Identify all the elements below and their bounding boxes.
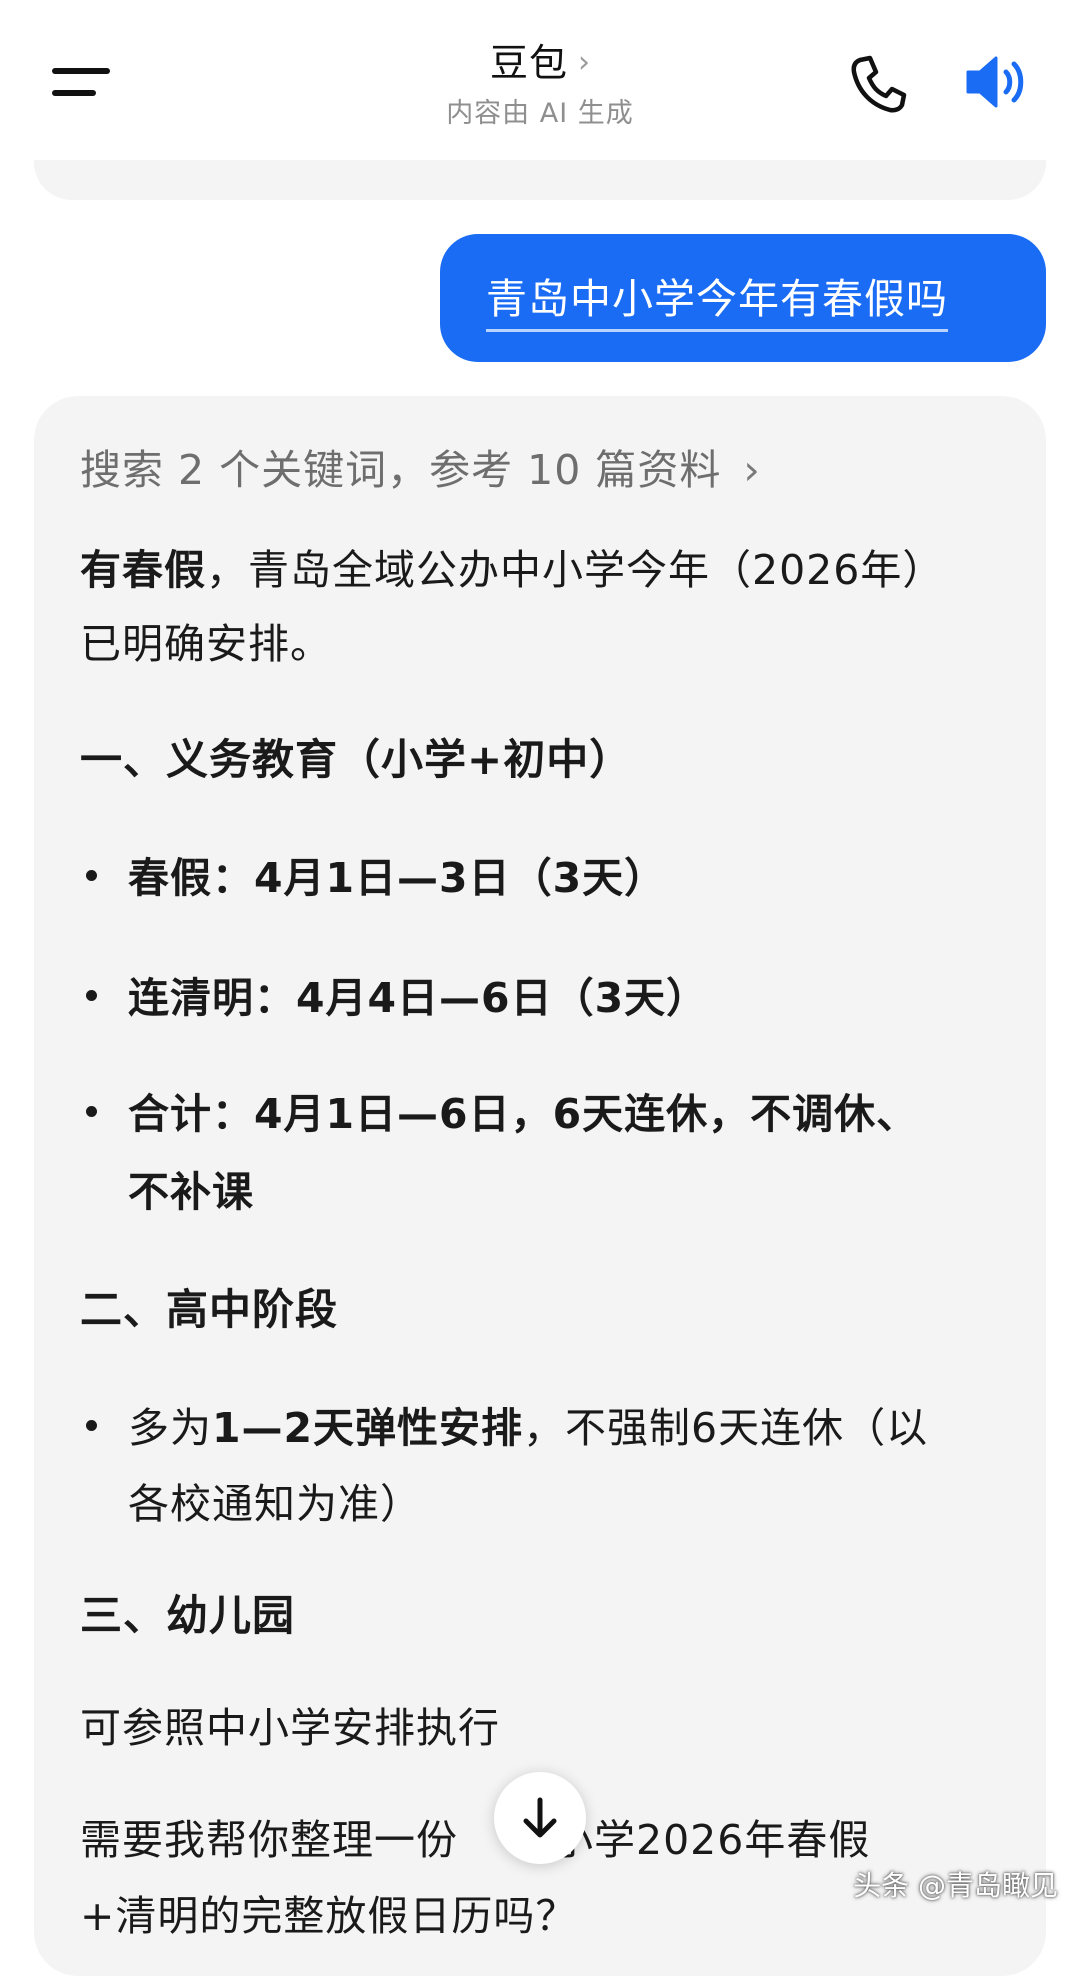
bullet-qingming: 连清明：4月4日—6日（3天） [128,974,709,1022]
bullet-high-school: 多为1—2天弹性安排，不强制6天连休（以 [128,1394,928,1454]
bullet-dot [86,870,97,881]
bullet-dot [86,990,97,1001]
phone-icon[interactable] [846,52,910,116]
closing-text-a: 需要我帮你整理一份 [80,1816,458,1864]
bullet-dot [86,1420,97,1431]
bullet-total-line2: 不补课 [128,1168,254,1216]
bullet-high-school-line2: 各校通知为准） [128,1480,422,1528]
search-references[interactable]: 搜索 2 个关键词，参考 10 篇资料 › [80,436,761,496]
title-block[interactable]: 豆包 › 内容由 AI 生成 [0,32,1080,130]
closing-question: 需要我帮你整理一份 中小学2026年春假 [80,1806,870,1866]
hs-text-post: ，不强制6天连休（以 [523,1404,929,1452]
hs-text-bold: 1—2天弹性安排 [212,1404,524,1452]
bullet-total: 合计：4月1日—6日，6天连休，不调休、 [128,1090,919,1138]
bullet-spring-break: 春假：4月1日—3日（3天） [128,854,667,902]
answer-intro: 有春假，青岛全域公办中小学今年（2026年） [80,536,944,596]
arrow-down-icon [523,1797,557,1838]
speaker-icon[interactable] [962,50,1034,114]
title-chevron-icon[interactable]: › [578,45,590,80]
section-heading-kindergarten: 三、幼儿园 [80,1591,296,1640]
app-title[interactable]: 豆包 [490,41,568,85]
bullet-dot [86,1106,97,1117]
kindergarten-text: 可参照中小学安排执行 [80,1704,500,1752]
ai-answer-card: 搜索 2 个关键词，参考 10 篇资料 › 有春假，青岛全域公办中小学今年（202… [34,396,1046,1976]
watermark: 头条 @青岛瞰见 [853,1869,1058,1902]
closing-question-line2: +清明的完整放假日历吗？ [80,1892,578,1940]
user-message-bubble[interactable]: 青岛中小学今年有春假吗 [440,234,1046,362]
section-heading-high-school: 二、高中阶段 [80,1285,339,1334]
ai-disclaimer: 内容由 AI 生成 [446,98,634,129]
search-ref-text: 搜索 2 个关键词，参考 10 篇资料 [80,446,722,494]
scroll-to-bottom-button[interactable] [494,1772,586,1864]
answer-intro-line2: 已明确安排。 [80,620,332,668]
top-bar: 豆包 › 内容由 AI 生成 [0,0,1080,160]
intro-bold: 有春假 [80,546,206,594]
user-message-text: 青岛中小学今年有春假吗 [486,265,948,332]
hs-text-pre: 多为 [128,1404,212,1452]
intro-rest: ，青岛全域公办中小学今年（2026年） [206,546,945,594]
section-heading-compulsory: 一、义务教育（小学+初中） [80,735,633,784]
chevron-right-icon: › [743,446,761,494]
